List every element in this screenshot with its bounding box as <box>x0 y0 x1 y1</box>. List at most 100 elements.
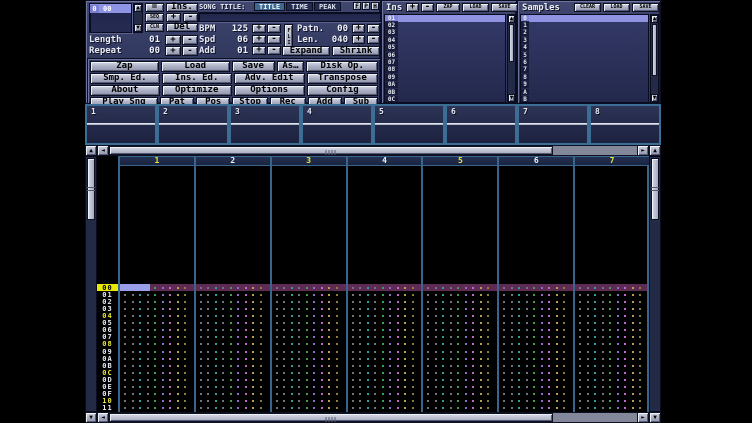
instruments-load-button[interactable]: LOAD <box>462 3 489 12</box>
pattern-cell[interactable] <box>194 291 270 298</box>
repeat-minus-button[interactable]: - <box>182 46 198 56</box>
samples-load-button[interactable]: LOAD <box>603 3 630 12</box>
pattern-cell[interactable] <box>421 284 497 291</box>
pattern-cell[interactable] <box>497 376 573 383</box>
list-item-A[interactable]: A <box>521 89 648 96</box>
pattern-cell[interactable] <box>194 355 270 362</box>
samples-scroll-up-button[interactable]: ▲ <box>651 15 658 23</box>
list-item-0C[interactable]: 0C <box>385 96 505 103</box>
order-plus-button[interactable]: + <box>166 13 181 22</box>
pattern-cell[interactable] <box>421 327 497 334</box>
pattern-cell[interactable] <box>118 320 194 327</box>
samples-clear-button[interactable]: CLEAR <box>574 3 601 12</box>
pattern-scroll-left-button[interactable]: ◄ <box>97 412 109 423</box>
length-plus-button[interactable]: + <box>165 35 181 45</box>
list-item-01[interactable]: 01 <box>385 15 505 22</box>
speed-minus-button[interactable]: - <box>267 35 281 44</box>
pattern-cell[interactable] <box>346 305 422 312</box>
pattern-cell[interactable] <box>118 398 194 405</box>
scope-channel-3[interactable]: 3 <box>229 104 301 145</box>
tab-peak[interactable]: PEAK <box>314 2 341 11</box>
pattern-cell[interactable] <box>270 334 346 341</box>
samples-list[interactable]: 0123456789AB <box>520 14 649 103</box>
samples-scroll-down-button[interactable]: ▼ <box>651 94 658 102</box>
tab-title[interactable]: TITLE <box>254 2 285 11</box>
shrink-button[interactable]: Shrink <box>332 46 380 56</box>
pattern-cell[interactable] <box>194 305 270 312</box>
pattern-cell[interactable] <box>421 362 497 369</box>
pattern-cell[interactable] <box>497 320 573 327</box>
samples-scrollbar[interactable]: ▲ ▼ <box>650 14 659 103</box>
pattern-cell[interactable] <box>421 334 497 341</box>
mini-button-f[interactable]: F <box>353 2 361 10</box>
pattern-cell[interactable] <box>497 284 573 291</box>
pattern-cell[interactable] <box>573 355 649 362</box>
pattern-cell[interactable] <box>421 391 497 398</box>
length-minus-button[interactable]: - <box>182 35 198 45</box>
pattern-cell[interactable] <box>573 341 649 348</box>
pattern-cell[interactable] <box>194 284 270 291</box>
pattern-cell[interactable] <box>194 376 270 383</box>
order-eq-button[interactable]: = <box>145 3 164 12</box>
pattern-cell[interactable] <box>573 284 649 291</box>
pattern-cell[interactable] <box>118 284 194 291</box>
instruments--button[interactable]: + <box>406 3 419 12</box>
instruments-list[interactable]: 0102030405060708090A0B0C <box>384 14 506 103</box>
pattern-cell[interactable] <box>270 398 346 405</box>
pattern-cell[interactable] <box>270 312 346 319</box>
menu-button-transpose[interactable]: Transpose <box>307 73 378 84</box>
menu-button-config[interactable]: Config <box>307 85 378 96</box>
pattern-cell[interactable] <box>346 376 422 383</box>
pattern-cell[interactable] <box>497 355 573 362</box>
pattern-cell[interactable] <box>497 298 573 305</box>
pattern-cell[interactable] <box>573 384 649 391</box>
pattern-plus-button[interactable]: + <box>352 24 365 33</box>
pattern-cell[interactable] <box>573 327 649 334</box>
pattern-cell[interactable] <box>270 320 346 327</box>
pattern-cell[interactable] <box>118 327 194 334</box>
v-scrollbar-thumb[interactable] <box>87 158 95 220</box>
pattern-cell[interactable] <box>270 327 346 334</box>
pattern-cell[interactable] <box>118 362 194 369</box>
order-list-scrollbar[interactable]: ▲ ▼ <box>133 3 143 33</box>
pattern-cell[interactable] <box>421 305 497 312</box>
menu-button-save[interactable]: Save <box>232 61 275 72</box>
pattern-channel-header-4[interactable]: 4 <box>346 157 422 165</box>
h-scrollbar-track[interactable] <box>109 145 637 156</box>
pattern-cell[interactable] <box>118 305 194 312</box>
pattern-cell[interactable] <box>118 369 194 376</box>
pattern-cell[interactable] <box>194 398 270 405</box>
repeat-plus-button[interactable]: + <box>165 46 181 56</box>
pattern-cell[interactable] <box>194 391 270 398</box>
pattern-cell[interactable] <box>346 320 422 327</box>
pattern-cell[interactable] <box>573 334 649 341</box>
menu-button-options[interactable]: Options <box>234 85 305 96</box>
pattern-cell[interactable] <box>118 384 194 391</box>
pattern-cell[interactable] <box>118 312 194 319</box>
scope-channel-4[interactable]: 4 <box>301 104 373 145</box>
list-item-5[interactable]: 5 <box>521 52 648 59</box>
pattern-cell[interactable] <box>421 405 497 412</box>
pattern-cell[interactable] <box>421 298 497 305</box>
order-delete-button[interactable]: Del <box>166 23 198 32</box>
pattern-cell[interactable] <box>270 284 346 291</box>
pattern-cell[interactable] <box>573 291 649 298</box>
pattern-cell[interactable] <box>497 405 573 412</box>
pattern-cell[interactable] <box>118 298 194 305</box>
pattern-cell[interactable] <box>497 341 573 348</box>
pattern-cell[interactable] <box>270 341 346 348</box>
mini-button-h[interactable]: H <box>371 2 379 10</box>
pattern-channel-header-5[interactable]: 5 <box>421 157 497 165</box>
pattern-cell[interactable] <box>270 298 346 305</box>
speed-plus-button[interactable]: + <box>252 35 266 44</box>
add-plus-button[interactable]: + <box>252 46 266 55</box>
pattern-cell[interactable] <box>497 384 573 391</box>
list-item-7[interactable]: 7 <box>521 67 648 74</box>
pattern-cell[interactable] <box>421 355 497 362</box>
menu-button-load[interactable]: Load <box>161 61 230 72</box>
list-item-1[interactable]: 1 <box>521 22 648 29</box>
menu-button-zap[interactable]: Zap <box>90 61 159 72</box>
pattern-cell[interactable] <box>194 320 270 327</box>
order-list[interactable]: 0 00 <box>89 3 132 33</box>
pattern-cell[interactable] <box>421 291 497 298</box>
